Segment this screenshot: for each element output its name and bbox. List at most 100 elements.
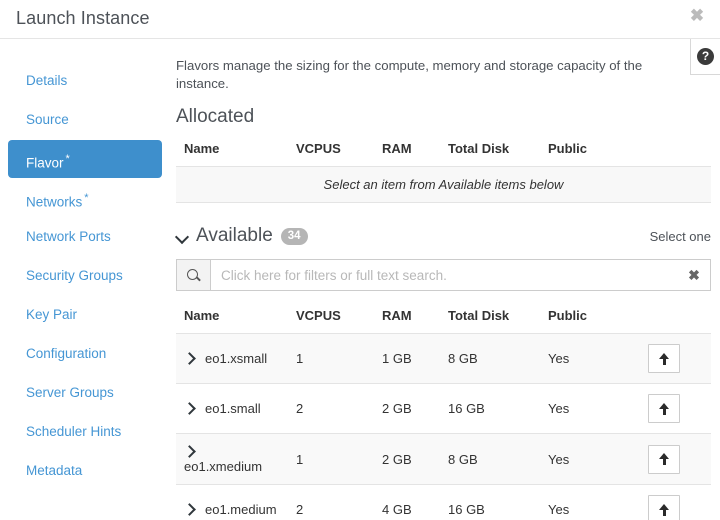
sidebar-item-configuration[interactable]: Configuration bbox=[8, 335, 162, 373]
cell-vcpus: 2 bbox=[288, 384, 374, 434]
required-marker-icon: * bbox=[66, 153, 70, 165]
sidebar-item-source[interactable]: Source bbox=[8, 101, 162, 139]
modal-body: DetailsSourceFlavor*Networks*Network Por… bbox=[0, 39, 720, 520]
cell-vcpus: 2 bbox=[288, 485, 374, 520]
cell-total-disk: 16 GB bbox=[440, 485, 540, 520]
sidebar-item-label: Networks bbox=[26, 195, 82, 210]
table-row[interactable]: eo1.small22 GB16 GBYes bbox=[176, 384, 711, 434]
cell-name: eo1.xsmall bbox=[176, 334, 288, 384]
sidebar-item-label: Key Pair bbox=[26, 307, 77, 322]
sidebar-item-scheduler-hints[interactable]: Scheduler Hints bbox=[8, 413, 162, 451]
flavor-name: eo1.xsmall bbox=[205, 351, 267, 366]
cell-action bbox=[626, 485, 711, 520]
cell-name: eo1.small bbox=[176, 384, 288, 434]
close-icon[interactable]: ✖ bbox=[687, 6, 707, 26]
allocated-table: NameVCPUSRAMTotal DiskPublic Select an i… bbox=[176, 137, 711, 203]
column-header: Public bbox=[540, 137, 626, 167]
column-header: VCPUS bbox=[288, 137, 374, 167]
flavor-name: eo1.small bbox=[205, 401, 261, 416]
column-header: Public bbox=[540, 304, 626, 334]
sidebar-item-label: Source bbox=[26, 112, 69, 127]
clear-search-icon[interactable]: ✖ bbox=[678, 260, 710, 290]
cell-name: eo1.medium bbox=[176, 485, 288, 520]
sidebar-item-label: Details bbox=[26, 73, 67, 88]
sidebar-item-networks[interactable]: Networks* bbox=[8, 179, 162, 217]
sidebar-item-network-ports[interactable]: Network Ports bbox=[8, 218, 162, 256]
available-count-badge: 34 bbox=[281, 228, 308, 245]
allocate-flavor-button[interactable] bbox=[648, 445, 680, 474]
table-row[interactable]: eo1.xmedium 12 GB8 GBYes bbox=[176, 434, 711, 485]
launch-instance-modal: Launch Instance ✖ ? DetailsSourceFlavor*… bbox=[0, 0, 720, 520]
sidebar-item-metadata[interactable]: Metadata bbox=[8, 452, 162, 490]
sidebar-item-key-pair[interactable]: Key Pair bbox=[8, 296, 162, 334]
sidebar-item-details[interactable]: Details bbox=[8, 62, 162, 100]
cell-name: eo1.xmedium bbox=[176, 434, 288, 485]
cell-vcpus: 1 bbox=[288, 434, 374, 485]
chevron-down-icon[interactable] bbox=[176, 230, 189, 243]
chevron-right-icon[interactable] bbox=[184, 504, 195, 515]
allocate-flavor-button[interactable] bbox=[648, 344, 680, 373]
chevron-right-icon[interactable] bbox=[184, 403, 195, 414]
wizard-sidebar: DetailsSourceFlavor*Networks*Network Por… bbox=[0, 39, 170, 520]
column-header: Name bbox=[176, 304, 288, 334]
table-row[interactable]: eo1.medium 24 GB16 GBYes bbox=[176, 485, 711, 520]
allocated-empty-row: Select an item from Available items belo… bbox=[176, 167, 711, 203]
column-header: Name bbox=[176, 137, 288, 167]
sidebar-item-label: Flavor bbox=[26, 156, 64, 171]
help-button[interactable]: ? bbox=[690, 39, 720, 75]
cell-public: Yes bbox=[540, 485, 626, 520]
cell-public: Yes bbox=[540, 334, 626, 384]
sidebar-item-flavor[interactable]: Flavor* bbox=[8, 140, 162, 178]
cell-ram: 2 GB bbox=[374, 384, 440, 434]
column-header: RAM bbox=[374, 304, 440, 334]
cell-total-disk: 8 GB bbox=[440, 434, 540, 485]
column-header-actions bbox=[626, 137, 711, 167]
modal-header: Launch Instance ✖ bbox=[0, 0, 720, 39]
available-header: Available 34 Select one bbox=[176, 225, 711, 247]
column-header-actions bbox=[626, 304, 711, 334]
page-title: Launch Instance bbox=[16, 8, 150, 29]
cell-action bbox=[626, 384, 711, 434]
sidebar-item-label: Security Groups bbox=[26, 268, 123, 283]
filter-search-bar: ✖ bbox=[176, 259, 711, 291]
flavor-name: eo1.medium bbox=[205, 502, 277, 517]
search-icon[interactable] bbox=[177, 260, 211, 290]
column-header: Total Disk bbox=[440, 137, 540, 167]
flavor-name: eo1.xmedium bbox=[184, 459, 262, 474]
sidebar-item-label: Configuration bbox=[26, 346, 106, 361]
required-marker-icon: * bbox=[84, 192, 88, 204]
chevron-right-icon[interactable] bbox=[184, 446, 195, 457]
cell-action bbox=[626, 434, 711, 485]
search-input[interactable] bbox=[211, 260, 678, 290]
cell-total-disk: 8 GB bbox=[440, 334, 540, 384]
magnifier-glyph bbox=[187, 269, 200, 282]
sidebar-item-security-groups[interactable]: Security Groups bbox=[8, 257, 162, 295]
allocated-header-row: NameVCPUSRAMTotal DiskPublic bbox=[176, 137, 711, 167]
table-row[interactable]: eo1.xsmall 11 GB8 GBYes bbox=[176, 334, 711, 384]
available-title: Available bbox=[196, 225, 273, 247]
sidebar-item-label: Metadata bbox=[26, 463, 82, 478]
column-header: Total Disk bbox=[440, 304, 540, 334]
cell-public: Yes bbox=[540, 434, 626, 485]
sidebar-item-label: Server Groups bbox=[26, 385, 114, 400]
flavor-description: Flavors manage the sizing for the comput… bbox=[176, 57, 646, 93]
cell-ram: 2 GB bbox=[374, 434, 440, 485]
available-rows: eo1.xsmall11 GB8 GBYeseo1.small22 GB16 G… bbox=[176, 334, 711, 520]
cell-public: Yes bbox=[540, 384, 626, 434]
cell-ram: 1 GB bbox=[374, 334, 440, 384]
column-header: VCPUS bbox=[288, 304, 374, 334]
sidebar-item-label: Network Ports bbox=[26, 229, 111, 244]
allocate-flavor-button[interactable] bbox=[648, 495, 680, 520]
cell-vcpus: 1 bbox=[288, 334, 374, 384]
allocated-empty-message: Select an item from Available items belo… bbox=[176, 167, 711, 203]
cell-ram: 4 GB bbox=[374, 485, 440, 520]
available-table: NameVCPUSRAMTotal DiskPublic eo1.xsmall 1… bbox=[176, 304, 711, 520]
column-header: RAM bbox=[374, 137, 440, 167]
sidebar-item-label: Scheduler Hints bbox=[26, 424, 121, 439]
content-pane: Flavors manage the sizing for the comput… bbox=[170, 39, 720, 520]
allocated-title: Allocated bbox=[176, 106, 710, 128]
sidebar-item-server-groups[interactable]: Server Groups bbox=[8, 374, 162, 412]
allocate-flavor-button[interactable] bbox=[648, 394, 680, 423]
cell-action bbox=[626, 334, 711, 384]
chevron-right-icon[interactable] bbox=[184, 353, 195, 364]
